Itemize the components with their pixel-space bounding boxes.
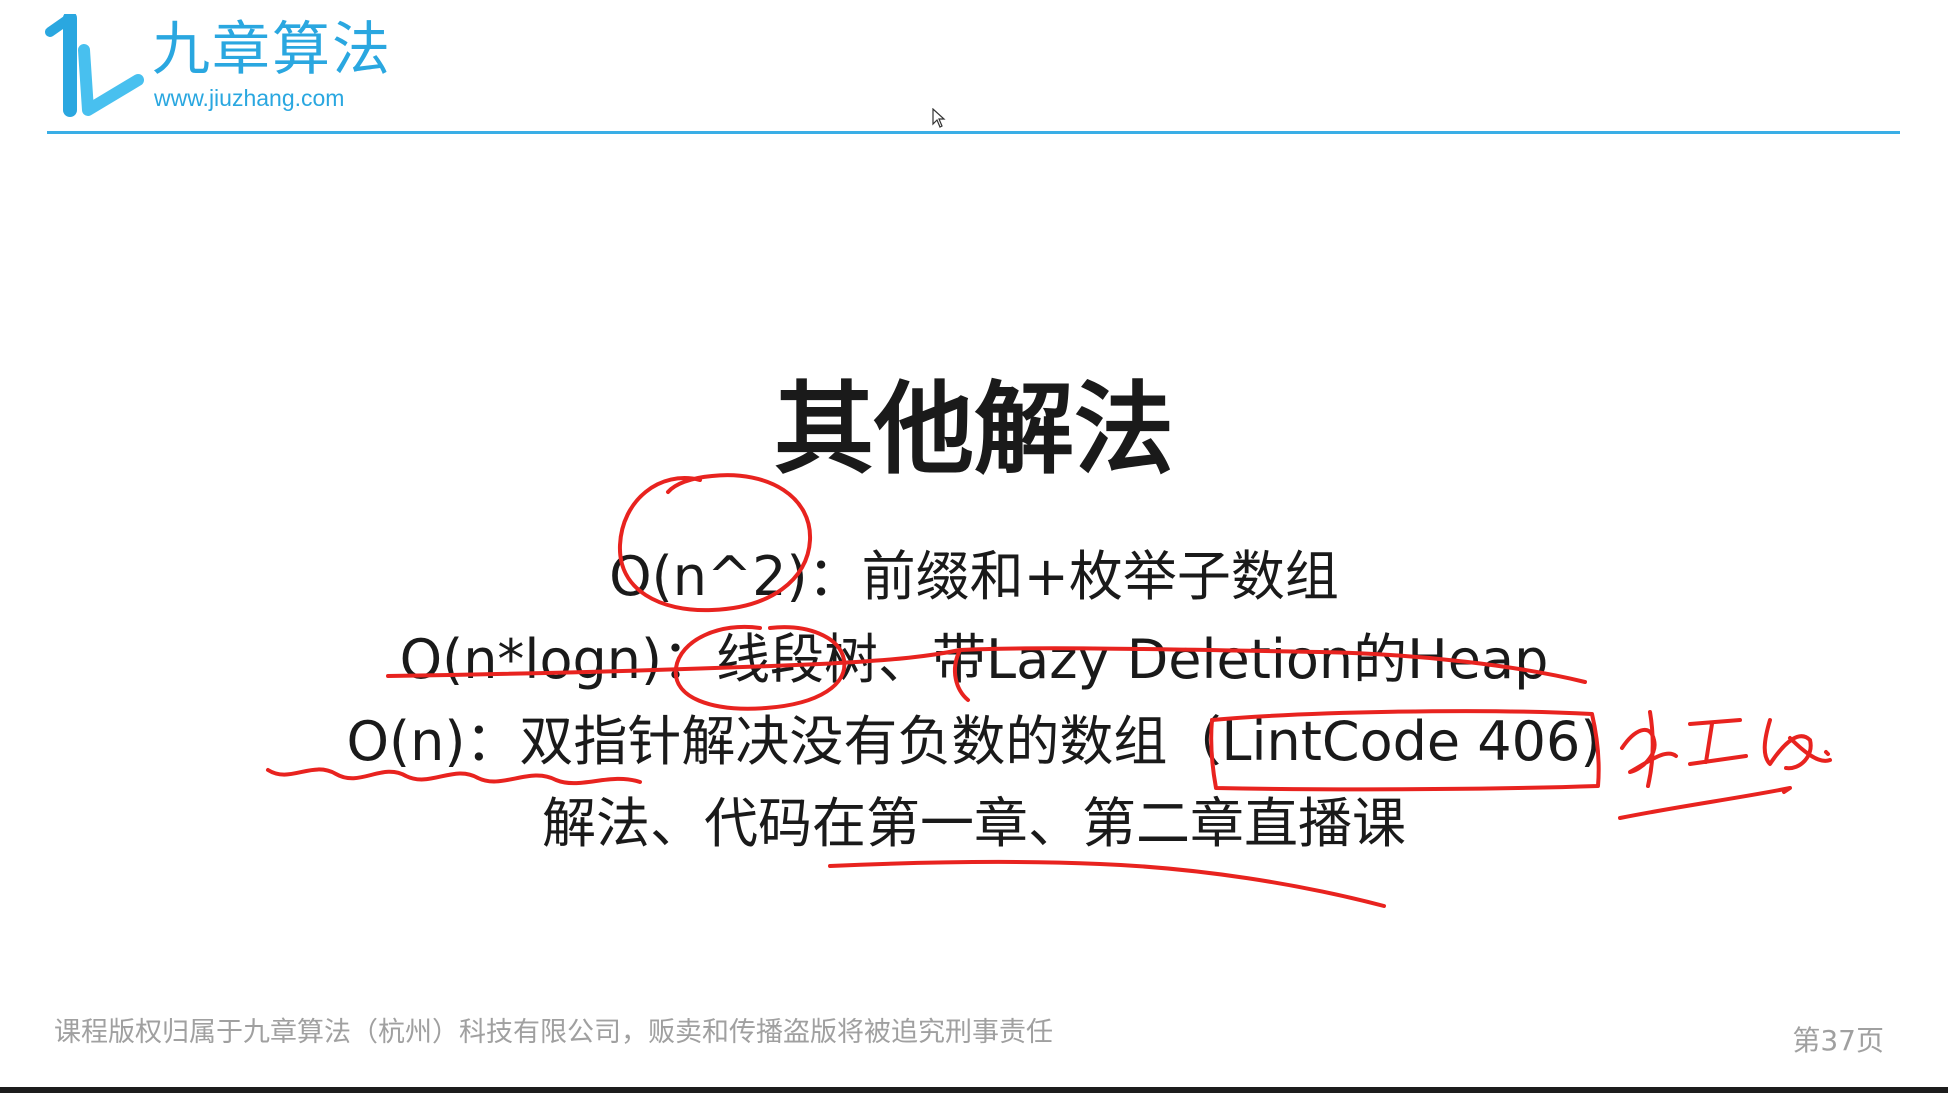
page-number: 第37页: [1792, 1024, 1884, 1057]
solution-line-nlogn: O(n*logn)：线段树、带Lazy Deletion的Heap: [399, 628, 1549, 691]
bottom-bar: [0, 1087, 1948, 1093]
solution-line-quadratic: O(n^2)：前缀和+枚举子数组: [609, 545, 1339, 608]
header-divider: [47, 131, 1900, 134]
annotation-underline-reference: [828, 859, 1386, 908]
solution-line-linear: O(n)：双指针解决没有负数的数组（LintCode 406): [346, 710, 1602, 773]
slide-title: 其他解法: [774, 371, 1174, 488]
solution-line-reference: 解法、代码在第一章、第二章直播课: [542, 792, 1406, 855]
logo-url: www.jiuzhang.com: [154, 85, 345, 111]
slide: 九章算法 www.jiuzhang.com 其他解法 O(n^2)：前缀和+枚举…: [0, 0, 1948, 1093]
mouse-pointer-icon: [932, 108, 946, 128]
footer-copyright: 课程版权归属于九章算法（杭州）科技有限公司，贩卖和传播盗版将被追究刑事责任: [54, 1017, 1053, 1048]
logo-text: 九章算法: [152, 15, 393, 83]
jiuzhang-logo-icon: [45, 14, 144, 117]
